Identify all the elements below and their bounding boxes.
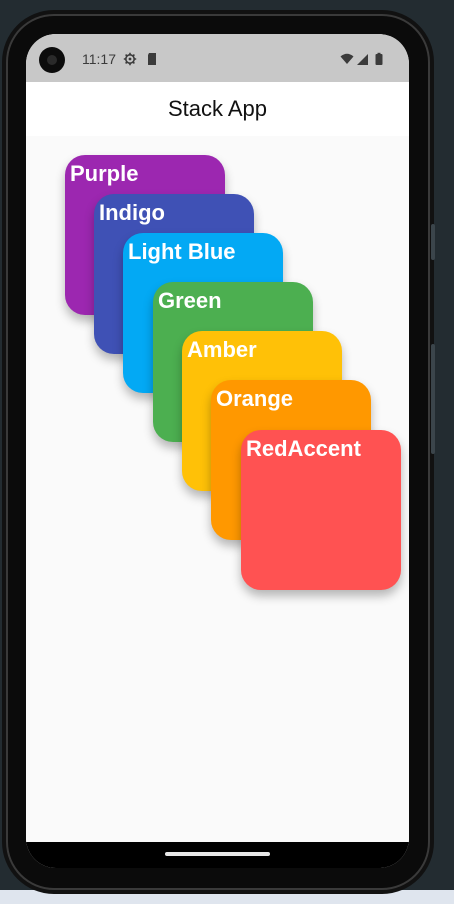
card-label-green: Green [158,288,222,313]
taskbar-strip [0,890,454,904]
device-screen: 11:17 Stack App Purple Indigo Light Blue… [26,34,409,868]
volume-button[interactable] [431,344,435,454]
card-label-indigo: Indigo [99,200,165,225]
power-button[interactable] [431,224,435,260]
battery-icon [375,52,383,65]
app-bar: Stack App [26,82,409,136]
settings-gear-icon [123,52,137,66]
card-label-red-accent: RedAccent [246,436,361,461]
card-red-accent: RedAccent [241,430,401,590]
status-time: 11:17 [82,51,116,67]
home-gesture-handle[interactable] [165,852,270,856]
card-label-orange: Orange [216,386,294,411]
front-camera [39,47,65,73]
card-label-purple: Purple [70,161,139,186]
stack-area: Purple Indigo Light Blue Green Amber Ora… [26,136,409,842]
status-bar: 11:17 [26,34,409,82]
app-title: Stack App [167,96,268,121]
wifi-icon [340,53,354,64]
cellular-signal-icon [357,54,368,65]
card-label-light-blue: Light Blue [128,239,236,264]
card-label-amber: Amber [187,337,257,362]
navigation-bar [26,842,409,868]
sd-card-icon [148,53,156,65]
